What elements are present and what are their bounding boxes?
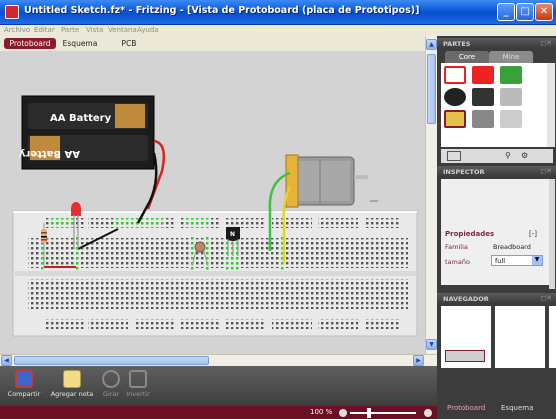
battery-label-flipped: AA Battery [18, 148, 80, 159]
navigator-label-protoboard[interactable]: Protoboard [447, 404, 485, 412]
window-title: Untitled Sketch.fz* - Fritzing - [Vista … [24, 5, 420, 16]
tab-core[interactable]: Core [445, 51, 489, 63]
scroll-down-icon[interactable]: ▼ [426, 339, 437, 350]
filter-icon[interactable]: ⚙ [521, 151, 528, 160]
search-icon[interactable]: ⚲ [505, 151, 511, 160]
part-relay-icon[interactable] [500, 110, 522, 128]
size-select-value: full [495, 257, 506, 265]
close-icon[interactable]: ◻✕ [540, 167, 552, 175]
part-arduino-icon[interactable] [500, 66, 522, 84]
property-label-tamano: tamaño [445, 258, 470, 266]
parts-scrollbar[interactable] [547, 63, 555, 147]
battery-pack[interactable]: AA Battery AA Battery [18, 95, 155, 170]
zoom-out-icon[interactable] [339, 409, 347, 417]
close-icon[interactable]: ◻✕ [540, 39, 552, 47]
properties-heading: Propiedades [445, 230, 495, 238]
share-label: Compartir [7, 390, 41, 398]
flip-label: Invertir [126, 390, 150, 398]
property-value-familia: Breadboard [493, 243, 531, 251]
svg-text:N: N [230, 231, 235, 238]
parts-tabs: Core Mine [441, 51, 553, 63]
collapse-toggle[interactable]: [-] [529, 230, 537, 238]
size-select[interactable]: full ▼ [491, 255, 543, 266]
tab-mine[interactable]: Mine [489, 51, 533, 63]
share-button[interactable]: Compartir [4, 370, 44, 404]
parts-bin[interactable] [441, 63, 547, 147]
part-breadboard-icon[interactable] [444, 66, 466, 84]
part-display-icon[interactable] [472, 66, 494, 84]
zoom-in-icon[interactable] [424, 409, 432, 417]
menu-vista[interactable]: Vista [86, 26, 103, 34]
scroll-right-icon[interactable]: ▶ [413, 355, 424, 366]
part-speaker-icon[interactable] [444, 88, 466, 106]
flip-button[interactable]: Invertir [124, 370, 152, 404]
minimize-button[interactable]: _ [497, 3, 515, 21]
right-dock: PARTES ◻✕ Core Mine ⚲ ⚙ INSPECTOR ◻✕ Pro… [437, 36, 556, 419]
close-button[interactable]: ✕ [535, 3, 553, 21]
zoom-slider-handle[interactable] [367, 408, 371, 418]
inspector-panel-title: INSPECTOR [443, 168, 485, 176]
navigator-panel-header: NAVEGADOR ◻✕ [437, 293, 556, 304]
fritzing-window: Untitled Sketch.fz* - Fritzing - [Vista … [0, 0, 556, 419]
bottom-toolbar: Compartir Agregar nota Girar Invertir [0, 366, 437, 406]
title-bar: Untitled Sketch.fz* - Fritzing - [Vista … [0, 0, 556, 25]
tab-pcb[interactable]: PCB [114, 38, 144, 49]
parts-panel-title: PARTES [443, 40, 471, 48]
fritzing-app-icon [5, 5, 19, 19]
add-note-label: Agregar nota [50, 390, 94, 398]
canvas-vertical-scrollbar[interactable]: ▲ ▼ [425, 36, 437, 354]
add-note-button[interactable]: Agregar nota [50, 370, 94, 404]
inspector-panel-header: INSPECTOR ◻✕ [437, 166, 556, 177]
dc-motor[interactable] [285, 154, 378, 208]
horizontal-scroll-thumb[interactable] [14, 356, 209, 365]
inspector-body: Propiedades [-] Familia Breadboard tamañ… [441, 179, 553, 285]
rotate-button[interactable]: Girar [100, 370, 122, 404]
menu-ayuda[interactable]: Ayuda [137, 26, 159, 34]
grid-view-icon[interactable] [447, 151, 461, 161]
zoom-level: 100 % [310, 408, 333, 416]
part-buzzer-icon[interactable] [472, 88, 494, 106]
canvas-horizontal-scrollbar[interactable]: ◀ ▶ [0, 354, 437, 366]
status-bar: 100 % [0, 406, 437, 419]
menu-ventana[interactable]: Ventana [108, 26, 137, 34]
navigator-thumb-pcb[interactable] [549, 306, 556, 368]
inspector-scrollbar[interactable] [549, 179, 555, 289]
scroll-left-icon[interactable]: ◀ [1, 355, 12, 366]
navigator-label-esquema[interactable]: Esquema [501, 404, 533, 412]
zoom-slider[interactable] [350, 412, 416, 414]
menu-archivo[interactable]: Archivo [4, 26, 30, 34]
part-cable-icon[interactable] [472, 110, 494, 128]
menu-bar: Archivo Editar Parte Vista Ventana Ayuda [0, 25, 556, 36]
menu-parte[interactable]: Parte [61, 26, 79, 34]
view-tabs: Protoboard Esquema PCB [0, 36, 425, 51]
rotate-label: Girar [102, 390, 120, 398]
part-motor-icon[interactable] [500, 88, 522, 106]
part-battery-icon[interactable] [444, 110, 466, 128]
chevron-down-icon[interactable]: ▼ [532, 256, 542, 265]
parts-panel-header: PARTES ◻✕ [437, 38, 556, 49]
rotate-icon [102, 370, 120, 388]
tab-protoboard[interactable]: Protoboard [4, 38, 56, 49]
breadboard-canvas[interactable]: AA Battery AA Battery N [0, 51, 425, 354]
gift-icon [15, 370, 33, 388]
navigator-panel-title: NAVEGADOR [443, 295, 489, 303]
navigator-thumb-protoboard[interactable] [441, 306, 491, 368]
menu-editar[interactable]: Editar [34, 26, 55, 34]
tab-esquema[interactable]: Esquema [60, 38, 100, 49]
vertical-scroll-thumb[interactable] [427, 54, 436, 124]
property-label-familia: Familia [445, 243, 468, 251]
parts-search-bar[interactable]: ⚲ ⚙ [441, 149, 553, 163]
navigator-thumb-esquema[interactable] [495, 306, 545, 368]
maximize-button[interactable]: □ [516, 3, 534, 21]
flip-icon [129, 370, 147, 388]
transistor[interactable]: N [226, 227, 240, 256]
note-icon [63, 370, 81, 388]
scroll-up-icon[interactable]: ▲ [426, 39, 437, 50]
close-icon[interactable]: ◻✕ [540, 294, 552, 302]
battery-label: AA Battery [50, 113, 112, 124]
